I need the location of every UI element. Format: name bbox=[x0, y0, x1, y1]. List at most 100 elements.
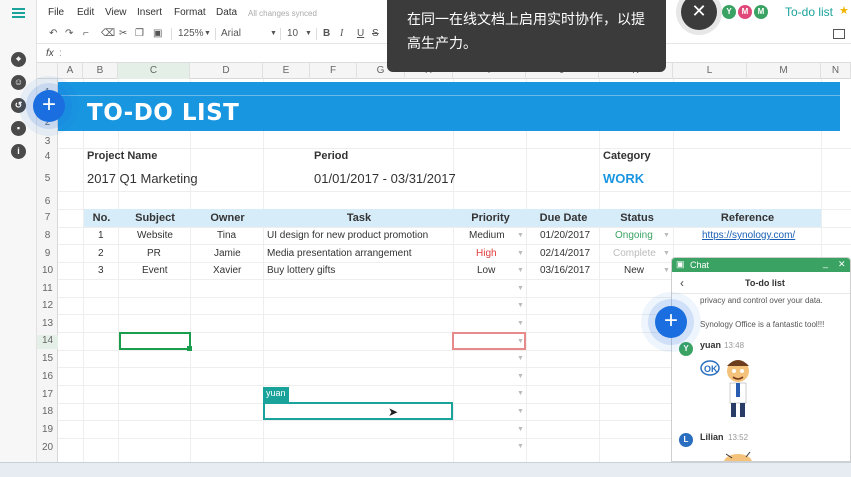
row-header[interactable]: 20 bbox=[37, 442, 58, 453]
cell-priority[interactable]: Medium bbox=[469, 230, 505, 241]
chevron-down-icon[interactable]: ▼ bbox=[517, 426, 524, 433]
doc-title[interactable]: To-do list bbox=[785, 5, 833, 19]
close-icon[interactable]: ✕ bbox=[838, 259, 846, 270]
chevron-down-icon[interactable]: ▼ bbox=[663, 250, 670, 257]
paste-icon[interactable]: ▣ bbox=[153, 28, 162, 39]
chevron-down-icon[interactable]: ▼ bbox=[517, 232, 524, 239]
menu-data[interactable]: Data bbox=[216, 7, 237, 18]
cell-owner[interactable]: Jamie bbox=[214, 248, 241, 259]
chevron-down-icon[interactable]: ▼ bbox=[517, 408, 524, 415]
menu-format[interactable]: Format bbox=[174, 7, 206, 18]
redo-icon[interactable]: ↷ bbox=[65, 28, 73, 39]
cell-status[interactable]: Complete bbox=[613, 248, 656, 259]
collaborator-avatar-m1[interactable]: M bbox=[738, 5, 752, 19]
strikethrough-icon[interactable]: S bbox=[372, 28, 379, 39]
font-select[interactable]: Arial bbox=[221, 28, 241, 39]
back-arrow-icon[interactable]: ‹ bbox=[680, 276, 684, 290]
cell-owner[interactable]: Xavier bbox=[213, 265, 241, 276]
row-header[interactable]: 19 bbox=[37, 424, 58, 435]
row-header[interactable]: 5 bbox=[37, 173, 58, 184]
add-fab-button-chat[interactable]: + bbox=[655, 306, 687, 338]
chevron-down-icon[interactable]: ▼ bbox=[517, 320, 524, 327]
menu-file[interactable]: File bbox=[48, 7, 64, 18]
cell-subject[interactable]: Event bbox=[142, 265, 168, 276]
hamburger-menu-icon[interactable] bbox=[12, 8, 25, 18]
star-icon[interactable]: ★ bbox=[839, 4, 849, 17]
history-icon[interactable]: ↺ bbox=[11, 98, 26, 113]
menu-insert[interactable]: Insert bbox=[137, 7, 162, 18]
row-header[interactable]: 3 bbox=[37, 136, 58, 147]
chevron-down-icon[interactable]: ▼ bbox=[663, 232, 670, 239]
menu-edit[interactable]: Edit bbox=[77, 7, 94, 18]
chevron-down-icon[interactable]: ▼ bbox=[517, 338, 524, 345]
row-header[interactable]: 18 bbox=[37, 406, 58, 417]
chevron-down-icon[interactable]: ▼ bbox=[517, 250, 524, 257]
cell-task[interactable]: Media presentation arrangement bbox=[267, 248, 412, 259]
italic-button[interactable]: I bbox=[340, 28, 343, 39]
row-header[interactable]: 13 bbox=[37, 318, 58, 329]
chevron-down-icon[interactable]: ▼ bbox=[270, 30, 277, 37]
info-icon[interactable]: i bbox=[11, 144, 26, 159]
paint-format-icon[interactable]: ⌐ bbox=[83, 28, 89, 39]
cell-status[interactable]: Ongoing bbox=[615, 230, 653, 241]
share-users-icon[interactable]: ☺ bbox=[11, 75, 26, 90]
panel-toggle-icon[interactable] bbox=[833, 29, 845, 39]
font-size-select[interactable]: 10 bbox=[287, 28, 298, 39]
chevron-down-icon[interactable]: ▼ bbox=[517, 443, 524, 450]
col-header[interactable]: L bbox=[673, 63, 747, 79]
col-header[interactable]: E bbox=[263, 63, 310, 79]
select-all-corner[interactable] bbox=[37, 63, 58, 79]
row-header[interactable]: 12 bbox=[37, 300, 58, 311]
row-header[interactable]: 16 bbox=[37, 371, 58, 382]
clear-format-icon[interactable]: ⌫ bbox=[101, 28, 115, 39]
zoom-select[interactable]: 125% bbox=[178, 28, 204, 39]
collaborator-avatar-y[interactable]: Y bbox=[722, 5, 736, 19]
chevron-down-icon[interactable]: ▼ bbox=[305, 30, 312, 37]
reference-link[interactable]: https://synology.com/ bbox=[702, 230, 795, 241]
row-header[interactable]: 15 bbox=[37, 353, 58, 364]
row-header[interactable]: 4 bbox=[37, 151, 58, 162]
row-header[interactable]: 14 bbox=[37, 335, 58, 349]
row-header[interactable]: 7 bbox=[37, 212, 58, 223]
chevron-down-icon[interactable]: ▼ bbox=[517, 302, 524, 309]
add-fab-button[interactable]: + bbox=[33, 90, 65, 122]
col-header[interactable]: A bbox=[58, 63, 83, 79]
row-header[interactable]: 10 bbox=[37, 265, 58, 276]
cell-owner[interactable]: Tina bbox=[217, 230, 236, 241]
cell-subject[interactable]: PR bbox=[147, 248, 161, 259]
cell-due-date[interactable]: 02/14/2017 bbox=[540, 248, 590, 259]
row-header[interactable]: 17 bbox=[37, 389, 58, 400]
col-header[interactable]: N bbox=[821, 63, 851, 79]
row-header[interactable]: 6 bbox=[37, 196, 58, 207]
chevron-down-icon[interactable]: ▼ bbox=[517, 285, 524, 292]
cell-priority[interactable]: High bbox=[476, 248, 497, 259]
chevron-down-icon[interactable]: ▼ bbox=[517, 267, 524, 274]
underline-button[interactable]: U bbox=[357, 28, 364, 39]
col-header[interactable]: D bbox=[190, 63, 263, 79]
menu-view[interactable]: View bbox=[105, 7, 127, 18]
col-header[interactable]: B bbox=[83, 63, 118, 79]
row-header[interactable]: 11 bbox=[37, 283, 58, 294]
chevron-down-icon[interactable]: ▼ bbox=[204, 30, 211, 37]
selected-cell[interactable] bbox=[119, 332, 191, 350]
chevron-down-icon[interactable]: ▼ bbox=[517, 355, 524, 362]
cell-no[interactable]: 1 bbox=[98, 230, 104, 241]
col-header[interactable]: M bbox=[747, 63, 821, 79]
cell-task[interactable]: UI design for new product promotion bbox=[267, 230, 428, 241]
cell-subject[interactable]: Website bbox=[137, 230, 173, 241]
chevron-down-icon[interactable]: ▼ bbox=[517, 373, 524, 380]
cell-due-date[interactable]: 01/20/2017 bbox=[540, 230, 590, 241]
undo-icon[interactable]: ↶ bbox=[49, 28, 57, 39]
row-header[interactable]: 9 bbox=[37, 248, 58, 259]
cell-task[interactable]: Buy lottery gifts bbox=[267, 265, 335, 276]
collaborator-avatar-m2[interactable]: M bbox=[754, 5, 768, 19]
lock-icon[interactable]: ▪ bbox=[11, 121, 26, 136]
cell-due-date[interactable]: 03/16/2017 bbox=[540, 265, 590, 276]
chevron-down-icon[interactable]: ▼ bbox=[663, 267, 670, 274]
chevron-down-icon[interactable]: ▼ bbox=[517, 390, 524, 397]
copy-icon[interactable]: ❐ bbox=[135, 28, 144, 39]
bold-button[interactable]: B bbox=[323, 28, 330, 39]
col-header[interactable]: F bbox=[310, 63, 357, 79]
tag-icon[interactable]: ⌖ bbox=[11, 52, 26, 67]
cell-priority[interactable]: Low bbox=[477, 265, 495, 276]
